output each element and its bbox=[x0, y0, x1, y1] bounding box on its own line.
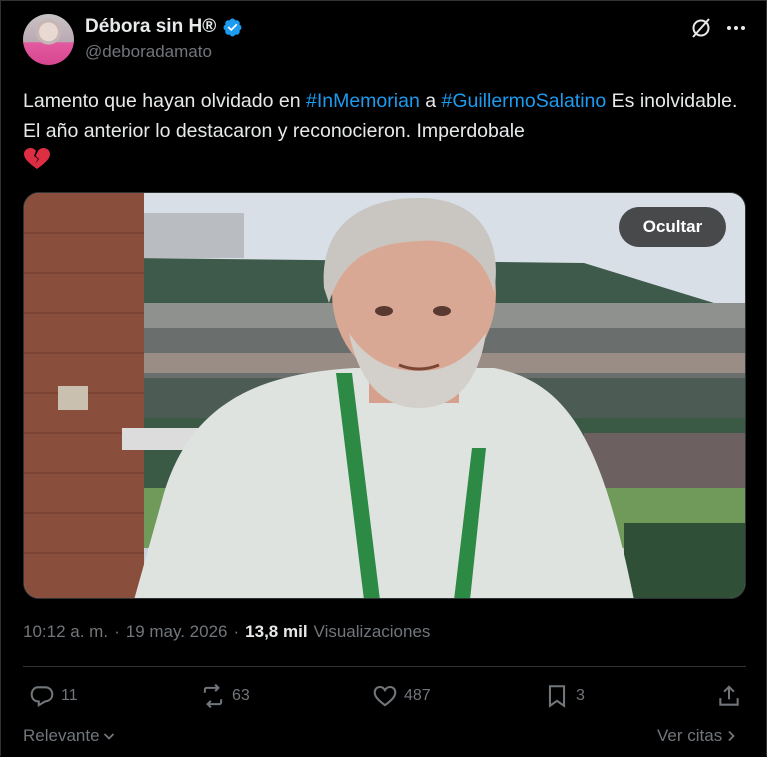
share-button[interactable] bbox=[716, 683, 742, 709]
sort-label: Relevante bbox=[23, 726, 100, 745]
sort-dropdown[interactable]: Relevante bbox=[23, 726, 116, 746]
repost-icon bbox=[203, 683, 223, 709]
hashtag-link[interactable]: #InMemorian bbox=[306, 90, 420, 112]
more-options-icon[interactable] bbox=[724, 16, 748, 40]
bookmark-count: 3 bbox=[576, 687, 585, 704]
like-button[interactable]: 487 bbox=[372, 683, 431, 709]
author-name[interactable]: Débora sin H® bbox=[85, 16, 216, 38]
post-date[interactable]: 19 may. 2026 bbox=[126, 622, 228, 642]
verified-badge-icon bbox=[223, 18, 242, 36]
broken-heart-icon bbox=[24, 148, 50, 169]
repost-count: 63 bbox=[232, 687, 250, 704]
hide-media-button[interactable]: Ocultar bbox=[619, 207, 726, 247]
reply-icon bbox=[30, 686, 54, 708]
bookmark-button[interactable]: 3 bbox=[544, 683, 585, 709]
view-quotes-link[interactable]: Ver citas bbox=[657, 726, 738, 746]
hashtag-link[interactable]: #GuillermoSalatino bbox=[441, 90, 606, 112]
post-text-part: a bbox=[419, 90, 442, 112]
avatar[interactable] bbox=[23, 14, 74, 65]
heart-icon bbox=[373, 685, 397, 707]
view-quotes-label: Ver citas bbox=[657, 726, 723, 745]
chevron-right-icon bbox=[728, 730, 735, 742]
like-count: 487 bbox=[404, 687, 431, 704]
bookmark-icon bbox=[548, 685, 566, 708]
views-count: 13,8 mil bbox=[245, 622, 308, 641]
post-image[interactable] bbox=[23, 192, 746, 599]
views-label: Visualizaciones bbox=[313, 622, 431, 641]
repost-button[interactable]: 63 bbox=[200, 683, 250, 709]
divider bbox=[23, 666, 746, 667]
meta-separator: · bbox=[114, 622, 120, 641]
post-time[interactable]: 10:12 a. m. bbox=[23, 622, 108, 642]
chevron-down-icon bbox=[103, 733, 114, 740]
photo-illustration bbox=[24, 193, 745, 598]
share-icon bbox=[719, 685, 739, 706]
meta-separator: · bbox=[233, 622, 240, 641]
author-handle[interactable]: @deboradamato bbox=[85, 42, 212, 62]
post-text-part: Lamento que hayan olvidado en bbox=[23, 90, 306, 112]
post-metadata: 10:12 a. m. · 19 may. 2026 · 13,8 mil Vi… bbox=[23, 622, 430, 642]
grok-icon[interactable] bbox=[689, 16, 713, 40]
author-row: Débora sin H® bbox=[85, 14, 243, 40]
post-text: Lamento que hayan olvidado en #InMemoria… bbox=[23, 86, 743, 176]
reply-count: 11 bbox=[61, 687, 78, 704]
reply-button[interactable]: 11 bbox=[29, 683, 78, 709]
